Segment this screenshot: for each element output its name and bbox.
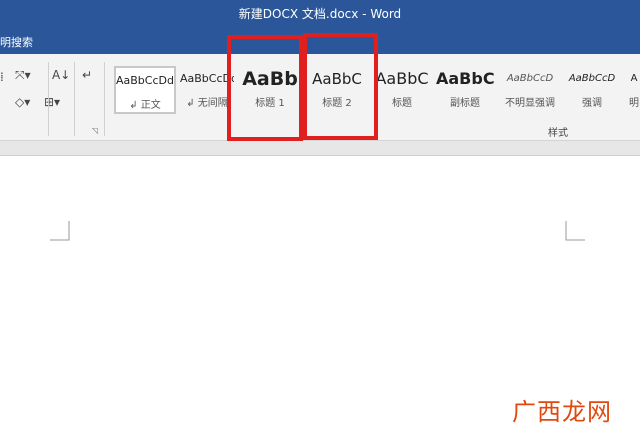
style-preview: AaBbC xyxy=(436,69,494,88)
style-preview: AaBbC xyxy=(375,69,429,88)
asian-layout-icon[interactable]: ⤧▾ xyxy=(15,68,31,83)
style-preview: AaBbCcDd xyxy=(116,74,174,87)
style-label: ↲ 无间隔 xyxy=(186,98,228,109)
style-label: 标题 xyxy=(392,98,412,109)
show-marks-icon[interactable]: ↵ xyxy=(82,68,92,82)
style-intense-emphasis[interactable]: A 明 xyxy=(628,66,640,114)
divider xyxy=(104,62,105,136)
style-preview: AaBbCcDd xyxy=(180,72,234,85)
sort-icon[interactable]: A↓ xyxy=(52,68,70,82)
dialog-launcher-icon[interactable]: ◹ xyxy=(92,126,98,135)
style-label: 不明显强调 xyxy=(505,98,555,109)
style-label: 强调 xyxy=(582,98,602,109)
styles-group-label: 样式 xyxy=(548,128,568,139)
style-preview: AaBbCcD xyxy=(506,73,554,84)
divider xyxy=(48,62,49,136)
style-label: ↲ 正文 xyxy=(129,100,161,111)
style-subtitle[interactable]: AaBbC 副标题 xyxy=(436,66,494,114)
style-preview: A xyxy=(630,73,638,84)
list-icon[interactable]: ⁞ xyxy=(0,70,4,84)
window-title: 新建DOCX 文档.docx - Word xyxy=(238,7,402,21)
highlight-heading-1 xyxy=(227,35,303,141)
divider xyxy=(74,62,75,136)
style-preview: AaBbCcD xyxy=(568,73,616,84)
margin-corner-right xyxy=(565,221,585,241)
style-label: 副标题 xyxy=(450,98,480,109)
style-title[interactable]: AaBbC 标题 xyxy=(374,66,430,114)
borders-icon[interactable]: ⊞▾ xyxy=(44,95,60,109)
watermark: 广西龙网 xyxy=(512,398,612,426)
highlight-heading-2 xyxy=(303,33,378,140)
style-no-spacing[interactable]: AaBbCcDd ↲ 无间隔 xyxy=(180,66,234,114)
style-subtle-emphasis[interactable]: AaBbCcD 不明显强调 xyxy=(500,66,560,114)
style-normal[interactable]: AaBbCcDd ↲ 正文 xyxy=(114,66,176,114)
document-area-top xyxy=(0,141,640,156)
margin-corner-left xyxy=(50,221,70,241)
title-bar: 新建DOCX 文档.docx - Word xyxy=(0,0,640,24)
style-emphasis[interactable]: AaBbCcD 强调 xyxy=(564,66,620,114)
tell-me-search[interactable]: 明搜索 xyxy=(0,34,33,50)
shading-icon[interactable]: ◇▾ xyxy=(15,95,30,109)
style-label: 明 xyxy=(629,98,639,109)
